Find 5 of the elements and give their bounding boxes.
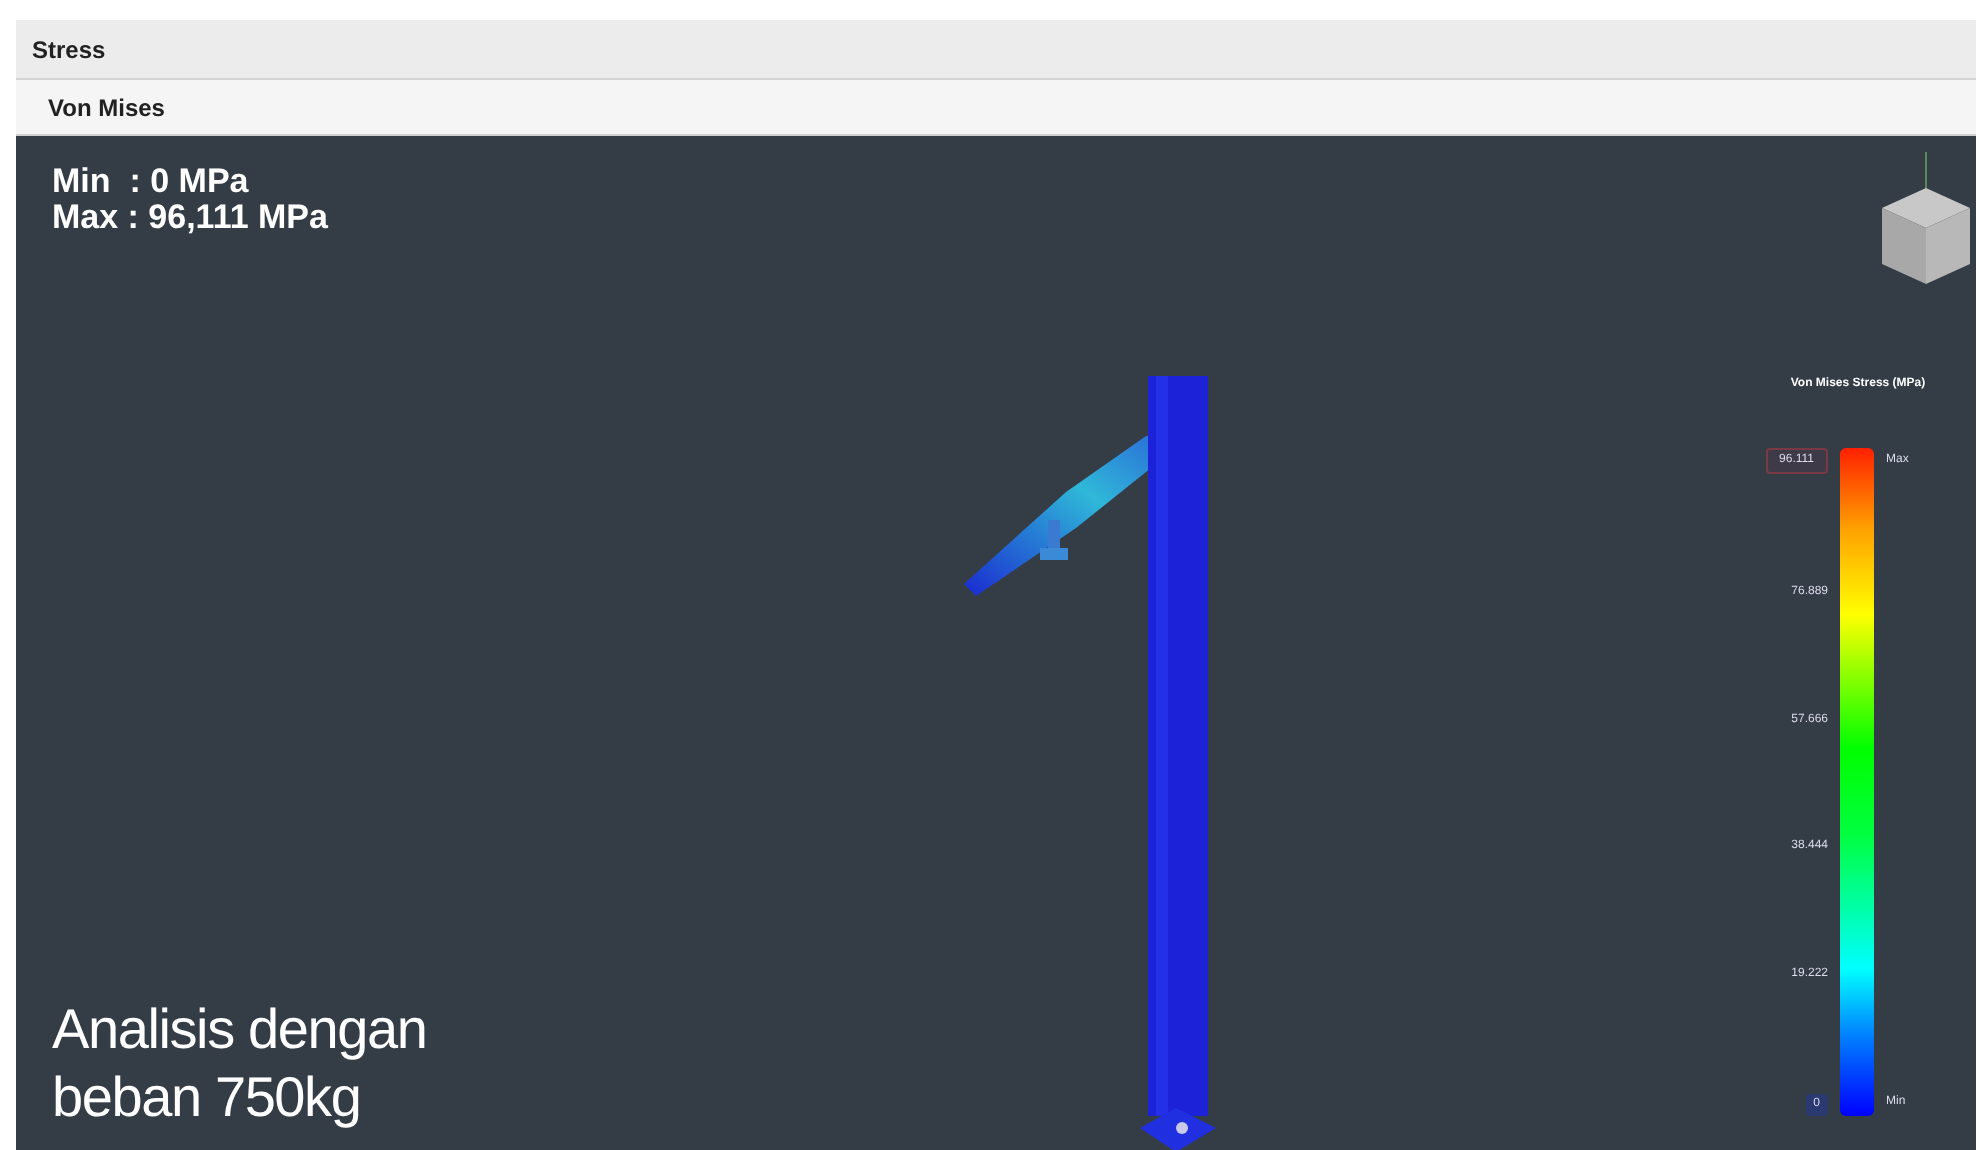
- max-label: Max : 96,111 MPa: [52, 200, 328, 236]
- caption: Analisis dengan beban 750kg: [52, 996, 429, 1132]
- panel-header: Stress: [16, 20, 1976, 80]
- panel-subheader: Von Mises: [16, 80, 1976, 136]
- min-label: Min : 0 MPa: [52, 164, 251, 200]
